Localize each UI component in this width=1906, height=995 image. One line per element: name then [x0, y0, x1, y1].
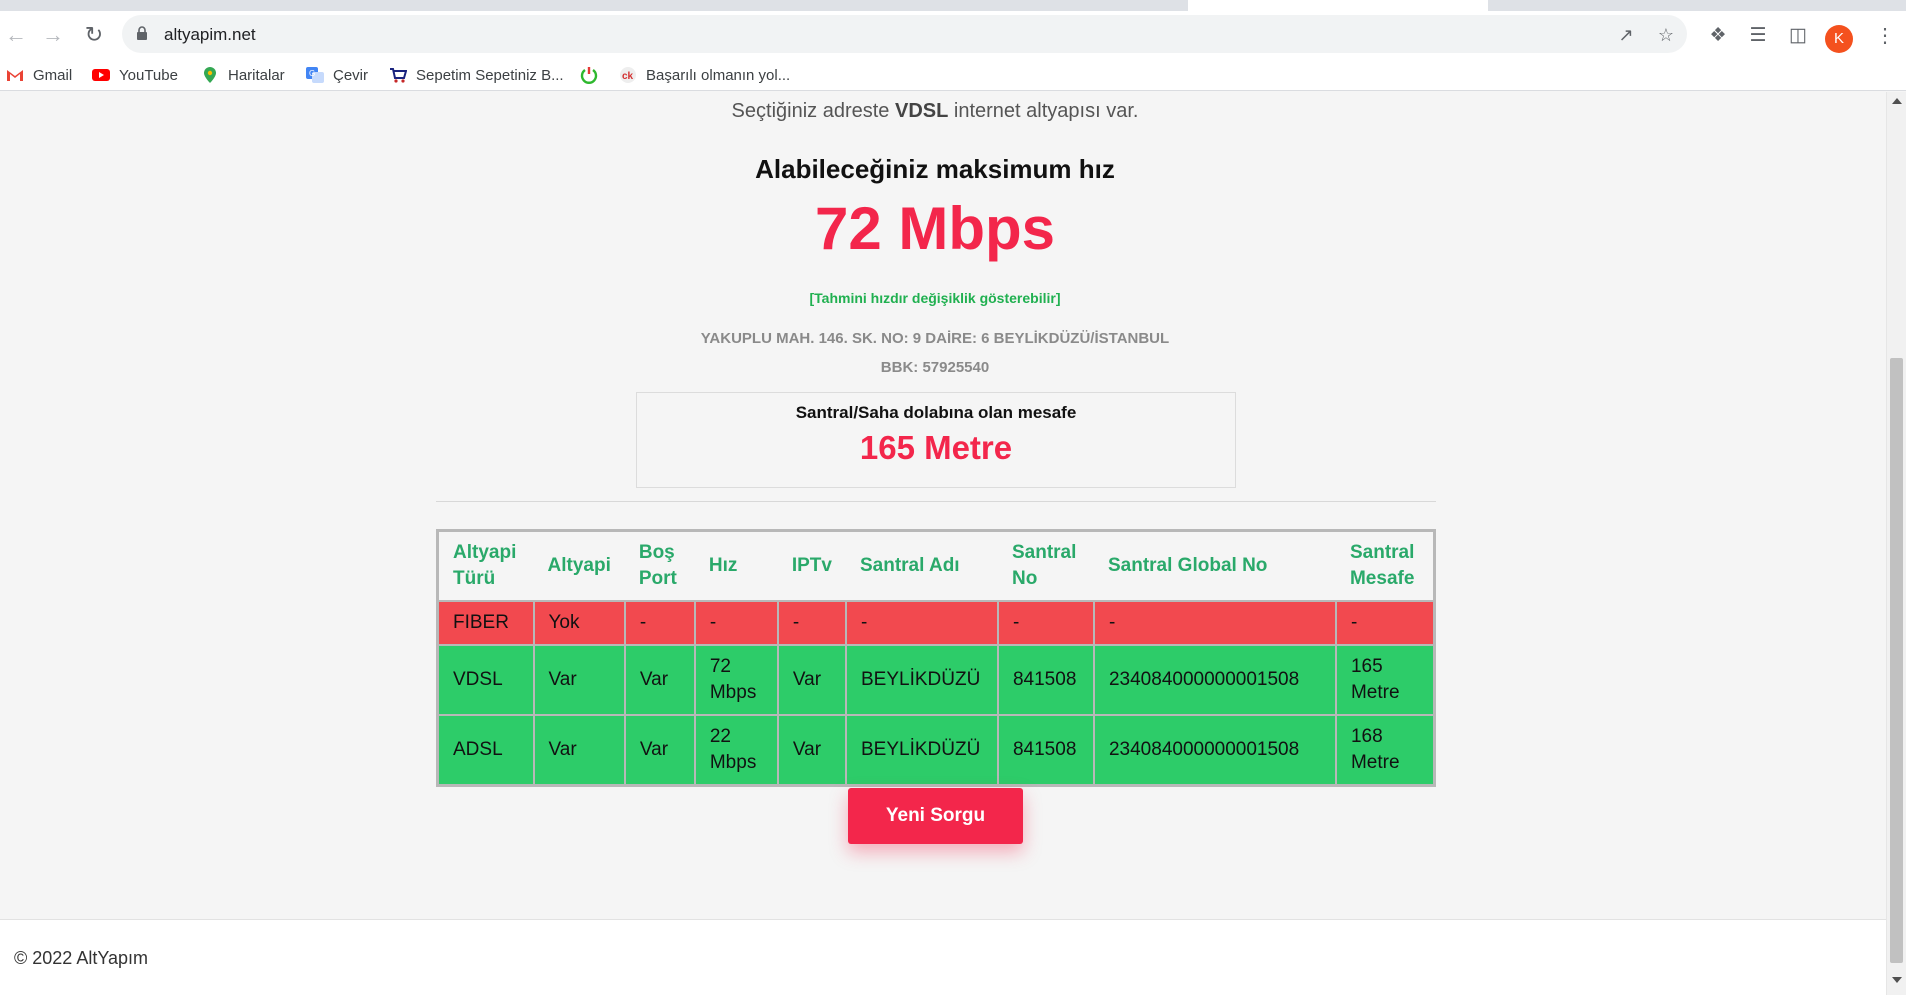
share-icon[interactable]: ↗ — [1615, 24, 1637, 46]
new-query-button[interactable]: Yeni Sorgu — [848, 788, 1023, 844]
table-cell: Var — [776, 714, 846, 786]
table-cell: 841508 — [996, 714, 1094, 786]
translate-icon: G — [306, 67, 324, 83]
footer-copyright: © 2022 AltYapım — [14, 948, 149, 968]
infrastructure-type: VDSL — [894, 100, 949, 122]
table-cell: 234084000000001508 — [1092, 644, 1336, 715]
header-hiz: Hız — [694, 530, 778, 602]
header-altyapi: Altyapi — [533, 530, 625, 602]
table-cell: - — [1092, 600, 1336, 645]
lock-icon — [137, 26, 147, 40]
footer: © 2022 AltYapım — [0, 919, 1886, 995]
table-cell: BEYLİKDÜZÜ — [844, 644, 998, 715]
scroll-down-icon[interactable] — [1892, 977, 1902, 983]
max-speed-heading: Alabileceğiniz maksimum hız — [755, 154, 1115, 184]
maps-icon — [204, 67, 216, 83]
table-cell: 168 Metre — [1334, 714, 1435, 786]
bookmark-power[interactable] — [580, 65, 607, 85]
infrastructure-summary: Seçtiğiniz adreste VDSL internet altyapı… — [731, 100, 1139, 122]
header-altyapi-turu: Altyapi Türü — [437, 530, 534, 602]
table-cell: BEYLİKDÜZÜ — [844, 714, 998, 786]
distance-title: Santral/Saha dolabına olan mesafe — [795, 403, 1077, 422]
table-cell: Yok — [532, 600, 625, 645]
table-cell: - — [693, 600, 778, 645]
power-icon — [580, 67, 598, 84]
address-bar[interactable]: altyapim.net ↗ ☆ — [122, 15, 1687, 53]
tab-strip — [0, 0, 1906, 11]
header-santral-global-no: Santral Global No — [1093, 530, 1336, 602]
table-cell: FIBER — [437, 600, 534, 645]
extensions-icon[interactable]: ❖ — [1706, 24, 1730, 48]
bookmark-gmail[interactable]: Gmail — [6, 65, 72, 85]
browser-toolbar: ← → ↻ altyapim.net ↗ ☆ ❖ ☰ ◫ K ⋮ — [0, 11, 1906, 59]
bbk-code: BBK: 57925540 — [880, 359, 990, 376]
star-icon[interactable]: ☆ — [1655, 24, 1677, 46]
table-cell: Var — [623, 644, 695, 715]
distance-box: Santral/Saha dolabına olan mesafe 165 Me… — [636, 392, 1236, 488]
table-cell: 841508 — [996, 644, 1094, 715]
bookmarks-bar: Gmail YouTube Haritalar G Çevir Sepetim … — [0, 59, 1906, 91]
bookmark-youtube[interactable]: YouTube — [92, 65, 178, 85]
header-santral-mesafe: Santral Mesafe — [1335, 530, 1435, 602]
table-cell: VDSL — [437, 644, 534, 715]
estimate-note: [Tahmini hızdır değişiklik gösterebilir] — [809, 290, 1061, 306]
cart-icon — [390, 68, 407, 83]
table-cell: Var — [776, 644, 846, 715]
table-cell: 72 Mbps — [693, 644, 778, 715]
table-row: VDSL Var Var 72 Mbps Var BEYLİKDÜZÜ 8415… — [437, 644, 1435, 715]
scroll-up-icon[interactable] — [1892, 98, 1902, 104]
table-row: ADSL Var Var 22 Mbps Var BEYLİKDÜZÜ 8415… — [437, 714, 1435, 786]
table-cell: 234084000000001508 — [1092, 714, 1336, 786]
table-cell: ADSL — [437, 714, 534, 786]
bookmark-cart[interactable]: Sepetim Sepetiniz B... — [389, 65, 564, 85]
scroll-thumb[interactable] — [1890, 358, 1903, 963]
header-santral-no: Santral No — [997, 530, 1094, 602]
max-speed-value: 72 Mbps — [814, 195, 1056, 262]
bookmark-translate[interactable]: G Çevir — [306, 65, 368, 85]
table-cell: Var — [532, 714, 625, 786]
url-text: altyapim.net — [164, 25, 256, 44]
bookmark-site[interactable]: ck Başarılı olmanın yol... — [619, 65, 790, 85]
menu-icon[interactable]: ⋮ — [1875, 24, 1895, 48]
svg-text:ck: ck — [622, 71, 634, 82]
reload-icon[interactable]: ↻ — [80, 21, 108, 49]
header-iptv: IPTv — [777, 530, 846, 602]
table-cell: 165 Metre — [1334, 644, 1435, 715]
table-cell: - — [1334, 600, 1435, 645]
divider — [436, 501, 1436, 502]
table-header-row: Altyapi Türü Altyapi Boş Port Hız IPTv S… — [437, 530, 1435, 602]
table-cell: Var — [623, 714, 695, 786]
site-icon: ck — [620, 67, 636, 83]
gmail-icon — [7, 70, 23, 81]
page-scrollbar[interactable] — [1886, 92, 1906, 995]
youtube-icon — [92, 69, 110, 81]
infrastructure-table: Altyapi Türü Altyapi Boş Port Hız IPTv S… — [436, 529, 1436, 787]
table-cell: - — [623, 600, 695, 645]
bookmark-maps[interactable]: Haritalar — [201, 65, 285, 85]
table-cell: - — [844, 600, 998, 645]
forward-icon[interactable]: → — [39, 21, 67, 49]
table-cell: - — [996, 600, 1094, 645]
header-santral-adi: Santral Adı — [845, 530, 998, 602]
distance-value: 165 Metre — [859, 429, 1013, 466]
profile-avatar[interactable]: K — [1825, 25, 1853, 53]
svg-text:G: G — [309, 69, 315, 78]
table-row: FIBER Yok - - - - - - - — [437, 600, 1435, 645]
side-panel-icon[interactable]: ◫ — [1786, 24, 1810, 48]
table-cell: Var — [532, 644, 625, 715]
table-cell: - — [776, 600, 846, 645]
back-icon[interactable]: ← — [2, 21, 30, 49]
media-control-icon[interactable]: ☰ — [1746, 24, 1770, 48]
page-content: Seçtiğiniz adreste VDSL internet altyapı… — [0, 92, 1886, 918]
active-tab[interactable] — [1188, 0, 1488, 11]
table-cell: 22 Mbps — [693, 714, 778, 786]
address-text: YAKUPLU MAH. 146. SK. NO: 9 DAİRE: 6 BEY… — [700, 330, 1170, 347]
header-bos-port: Boş Port — [624, 530, 695, 602]
